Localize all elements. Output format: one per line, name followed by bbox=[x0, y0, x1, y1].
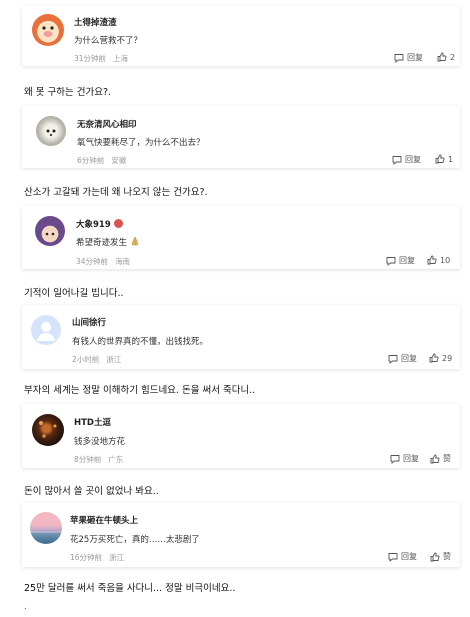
comment-card: 土得掉渣渣 为什么营救不了？ 31分钟前 上海 回复 2 bbox=[22, 6, 460, 66]
reply-label: 回复 bbox=[407, 53, 423, 62]
thumbs-up-icon bbox=[430, 552, 440, 561]
reply-button[interactable]: 回复 bbox=[392, 154, 421, 165]
like-button[interactable]: 赞 bbox=[430, 453, 451, 464]
reply-label: 回复 bbox=[401, 354, 417, 363]
location: 安徽 bbox=[111, 156, 127, 165]
comment-bubble-icon bbox=[392, 155, 402, 165]
avatar-sunset-icon bbox=[30, 531, 62, 533]
avatar-anime-icon bbox=[45, 232, 55, 236]
thumbs-up-icon bbox=[435, 154, 445, 164]
timestamp: 8分钟前 bbox=[74, 455, 102, 464]
comment-card: HTD土逗 钱多没地方花 8分钟前 广东 回复 赞 bbox=[22, 404, 460, 468]
timestamp: 31分钟前 bbox=[74, 54, 107, 63]
comment-text: 有钱人的世界真的不懂，出钱找死。 bbox=[72, 337, 209, 347]
translation-text: 기적이 일어나길 빕니다.. bbox=[24, 288, 124, 299]
comment-text: 为什么营救不了？ bbox=[74, 36, 143, 46]
timestamp: 34分钟前 bbox=[76, 257, 109, 266]
like-button[interactable]: 10 bbox=[427, 255, 450, 265]
trailing-mark: . bbox=[24, 602, 27, 612]
like-button[interactable]: 1 bbox=[435, 154, 453, 164]
thumbs-up-icon bbox=[437, 52, 447, 62]
comment-bubble-icon bbox=[388, 552, 398, 562]
comment-meta: 34分钟前 海南 bbox=[76, 256, 130, 267]
avatar-pig-icon bbox=[42, 26, 54, 37]
comment-card: 山间徐行 有钱人的世界真的不懂，出钱找死。 2小时前 浙江 回复 29 bbox=[22, 305, 460, 369]
reply-button[interactable]: 回复 bbox=[388, 353, 417, 364]
username[interactable]: 无奈清风心相印 bbox=[77, 118, 137, 130]
like-count: 赞 bbox=[443, 454, 451, 463]
avatar[interactable] bbox=[30, 512, 62, 544]
comment-card: 大象919 希望奇迹发生 34分钟前 海南 回复 10 bbox=[22, 206, 460, 269]
comment-text: 氧气快要耗尽了，为什么不出去？ bbox=[77, 138, 205, 148]
reply-button[interactable]: 回复 bbox=[390, 453, 419, 464]
like-count: 2 bbox=[450, 52, 456, 62]
avatar[interactable] bbox=[31, 315, 61, 345]
translation-text: 산소가 고갈돼 가는데 왜 나오지 않는 건가요?. bbox=[24, 187, 208, 198]
avatar[interactable] bbox=[32, 14, 64, 46]
comment-meta: 16分钟前 浙江 bbox=[70, 552, 124, 563]
location: 广东 bbox=[108, 455, 124, 464]
comment-bubble-icon bbox=[394, 53, 404, 63]
username-text: 大象919 bbox=[76, 220, 111, 230]
timestamp: 2小时前 bbox=[72, 355, 100, 364]
avatar-hedgehog-icon bbox=[46, 129, 56, 137]
comment-meta: 31分钟前 上海 bbox=[74, 53, 128, 64]
timestamp: 16分钟前 bbox=[70, 553, 103, 562]
reply-button[interactable]: 回复 bbox=[394, 52, 423, 63]
comment-text: 花25万买死亡，真的……太悲剧了 bbox=[70, 535, 200, 545]
like-button[interactable]: 29 bbox=[429, 353, 452, 363]
comment-text: 希望奇迹发生 bbox=[76, 236, 140, 248]
reply-label: 回复 bbox=[399, 256, 415, 265]
thumbs-up-icon bbox=[429, 353, 439, 363]
username[interactable]: 土得掉渣渣 bbox=[74, 16, 117, 28]
reply-button[interactable]: 回复 bbox=[386, 255, 415, 266]
like-count: 29 bbox=[442, 353, 453, 363]
comment-card: 苹果砸在牛顿头上 花25万买死亡，真的……太悲剧了 16分钟前 浙江 回复 赞 bbox=[22, 503, 460, 567]
avatar[interactable] bbox=[32, 414, 64, 446]
translation-text: 25만 달러를 써서 죽음을 사다니... 정말 비극이네요.. bbox=[24, 583, 236, 594]
like-count: 10 bbox=[440, 255, 451, 265]
comment-card: 无奈清风心相印 氧气快要耗尽了，为什么不出去？ 6分钟前 安徽 回复 1 bbox=[22, 106, 460, 168]
comment-meta: 2小时前 浙江 bbox=[72, 354, 121, 365]
translation-text: 돈이 많아서 쓸 곳이 없었나 봐요.. bbox=[24, 486, 159, 497]
translation-text: 부자의 세계는 정말 이해하기 힘드네요. 돈을 써서 죽다니.. bbox=[24, 385, 256, 396]
praying-hands-icon bbox=[131, 236, 138, 246]
location: 上海 bbox=[113, 54, 129, 63]
comment-meta: 6分钟前 安徽 bbox=[77, 155, 126, 166]
username[interactable]: 大象919 bbox=[76, 218, 123, 230]
avatar[interactable] bbox=[35, 216, 65, 246]
timestamp: 6分钟前 bbox=[77, 156, 105, 165]
location: 海南 bbox=[115, 257, 131, 266]
comment-text-body: 希望奇迹发生 bbox=[76, 238, 128, 248]
thumbs-up-icon bbox=[427, 255, 437, 265]
like-button[interactable]: 赞 bbox=[430, 551, 451, 562]
comment-bubble-icon bbox=[386, 256, 396, 266]
username[interactable]: 山间徐行 bbox=[72, 316, 106, 328]
comment-meta: 8分钟前 广东 bbox=[74, 454, 123, 465]
username[interactable]: HTD土逗 bbox=[74, 416, 111, 428]
like-count: 1 bbox=[448, 154, 454, 164]
like-count: 赞 bbox=[443, 552, 451, 561]
reply-button[interactable]: 回复 bbox=[388, 551, 417, 562]
reply-label: 回复 bbox=[401, 552, 417, 561]
location: 浙江 bbox=[109, 553, 125, 562]
like-button[interactable]: 2 bbox=[437, 52, 455, 62]
username[interactable]: 苹果砸在牛顿头上 bbox=[70, 514, 138, 526]
comment-bubble-icon bbox=[388, 354, 398, 364]
thumbs-up-icon bbox=[430, 454, 440, 463]
comment-bubble-icon bbox=[390, 454, 400, 464]
reply-label: 回复 bbox=[405, 155, 421, 164]
avatar-photo-icon bbox=[39, 421, 57, 438]
translation-text: 왜 못 구하는 건가요?. bbox=[24, 87, 112, 98]
avatar[interactable] bbox=[36, 116, 66, 146]
reply-label: 回复 bbox=[403, 454, 419, 463]
default-avatar-icon bbox=[37, 322, 55, 341]
location: 浙江 bbox=[106, 355, 122, 364]
comment-text: 钱多没地方花 bbox=[74, 437, 126, 447]
level-badge-icon bbox=[113, 219, 123, 228]
